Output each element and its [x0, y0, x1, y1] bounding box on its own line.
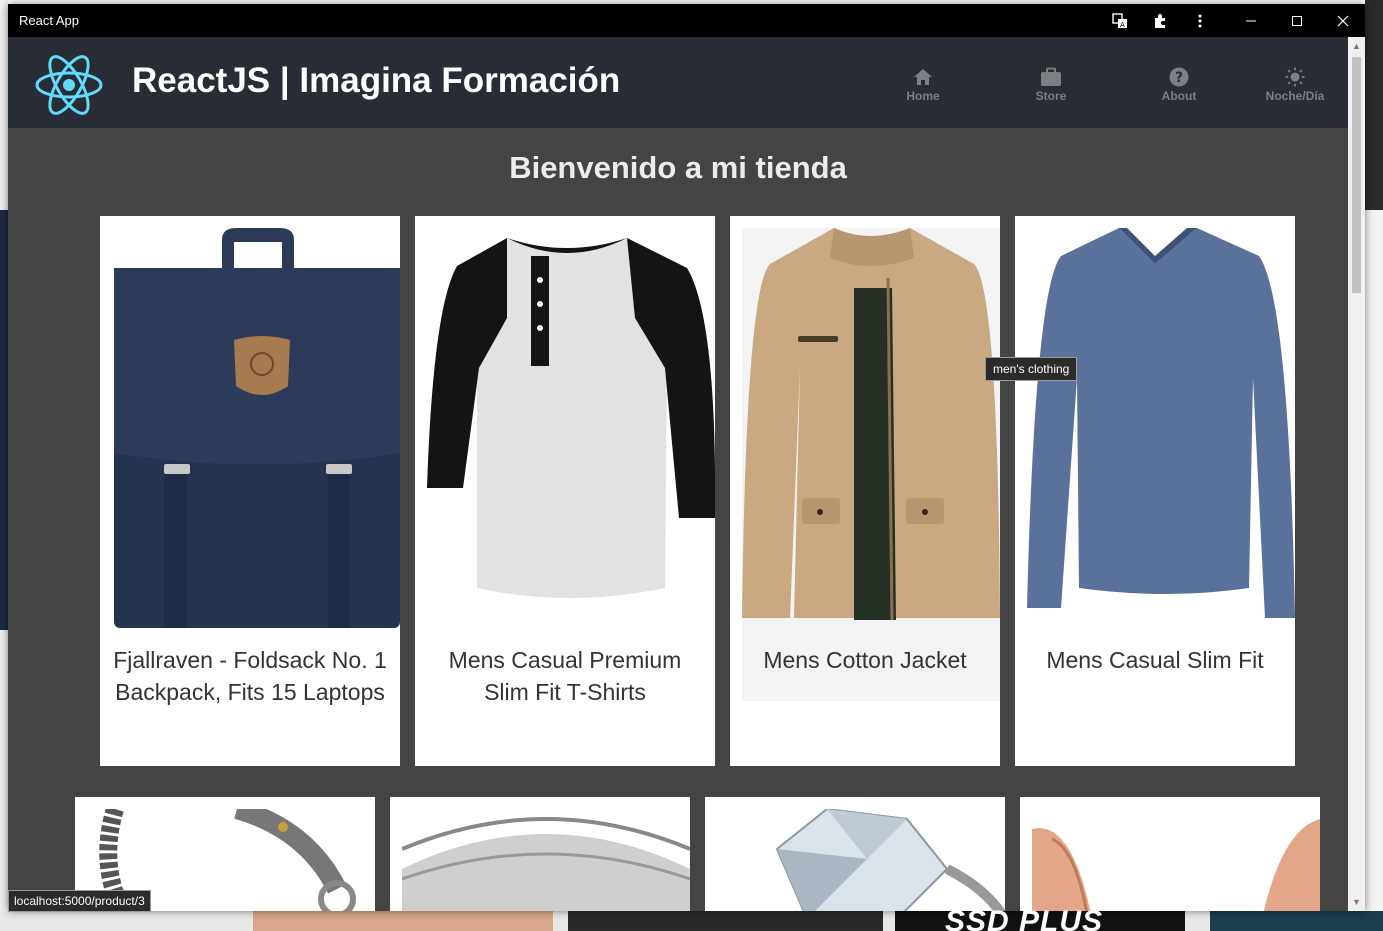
desktop-background-left-image	[0, 210, 8, 630]
nav-home[interactable]: Home	[878, 67, 968, 103]
close-icon[interactable]	[1320, 4, 1365, 37]
minimize-icon[interactable]	[1228, 4, 1274, 37]
app-content: ReactJS | Imagina Formación Home Store ?…	[8, 37, 1348, 911]
nav-about-label: About	[1161, 89, 1197, 103]
svg-text:A: A	[1120, 21, 1125, 29]
nav-theme-toggle[interactable]: Noche/Día	[1250, 67, 1340, 103]
scroll-up-arrow-icon[interactable]: ▲	[1352, 41, 1361, 51]
sun-icon	[1285, 67, 1305, 87]
product-title[interactable]: Mens Casual Premium Slim Fit T-Shirts	[415, 644, 715, 708]
product-title[interactable]: Mens Cotton Jacket	[730, 644, 1000, 676]
site-header: ReactJS | Imagina Formación Home Store ?…	[8, 37, 1348, 128]
product-title[interactable]: Fjallraven - Foldsack No. 1 Backpack, Fi…	[100, 644, 400, 708]
tooltip: men's clothing	[985, 357, 1078, 381]
translate-icon[interactable]: A	[1100, 4, 1140, 37]
app-window: React App A ReactJS | Imagina Formación …	[8, 4, 1365, 911]
product-image-silver-ring	[402, 809, 690, 911]
vertical-scrollbar[interactable]: ▲ ▼	[1348, 37, 1365, 911]
nav-about[interactable]: ? About	[1134, 67, 1224, 103]
product-card[interactable]: Mens Cotton Jacket	[730, 216, 1000, 766]
product-card[interactable]	[705, 797, 1005, 911]
desktop-ssd-graphic: SSD PLUS	[945, 905, 1104, 931]
product-title[interactable]: Mens Casual Slim Fit	[1015, 644, 1295, 676]
nav-theme-label: Noche/Día	[1265, 89, 1325, 103]
maximize-icon[interactable]	[1274, 4, 1320, 37]
product-card[interactable]	[1020, 797, 1320, 911]
desktop-tile	[1210, 911, 1383, 931]
more-menu-icon[interactable]	[1180, 4, 1220, 37]
help-icon: ?	[1169, 67, 1189, 87]
scroll-down-arrow-icon[interactable]: ▼	[1352, 897, 1361, 907]
product-card[interactable]: Mens Casual Slim Fit	[1015, 216, 1295, 766]
desktop-tile	[253, 911, 553, 931]
nav-home-label: Home	[906, 89, 940, 103]
product-image-diamond-ring	[717, 809, 1005, 911]
nav-store[interactable]: Store	[1006, 67, 1096, 103]
product-card[interactable]	[390, 797, 690, 911]
desktop-background-right-image	[1365, 0, 1383, 210]
react-logo-icon[interactable]	[33, 51, 105, 119]
window-title: React App	[19, 13, 79, 28]
product-card[interactable]: Fjallraven - Foldsack No. 1 Backpack, Fi…	[100, 216, 400, 766]
desktop-tile	[568, 911, 883, 931]
scrollbar-thumb[interactable]	[1352, 57, 1361, 293]
home-icon	[914, 69, 932, 85]
product-image-raglan-tshirt	[427, 228, 715, 603]
briefcase-icon	[1041, 67, 1061, 86]
product-image-long-sleeve-shirt	[1027, 228, 1295, 628]
product-image-rose-gold-ring	[1032, 809, 1320, 911]
title-bar: React App A	[8, 4, 1365, 37]
nav-store-label: Store	[1035, 89, 1067, 103]
extensions-icon[interactable]	[1140, 4, 1180, 37]
product-image-cotton-jacket	[742, 228, 1000, 701]
product-image-backpack	[112, 228, 400, 628]
page-heading: Bienvenido a mi tienda	[509, 150, 847, 185]
site-brand-title[interactable]: ReactJS | Imagina Formación	[132, 61, 620, 101]
status-bar-url: localhost:5000/product/3	[8, 890, 151, 912]
product-card[interactable]: Mens Casual Premium Slim Fit T-Shirts	[415, 216, 715, 766]
svg-text:?: ?	[1175, 70, 1183, 86]
